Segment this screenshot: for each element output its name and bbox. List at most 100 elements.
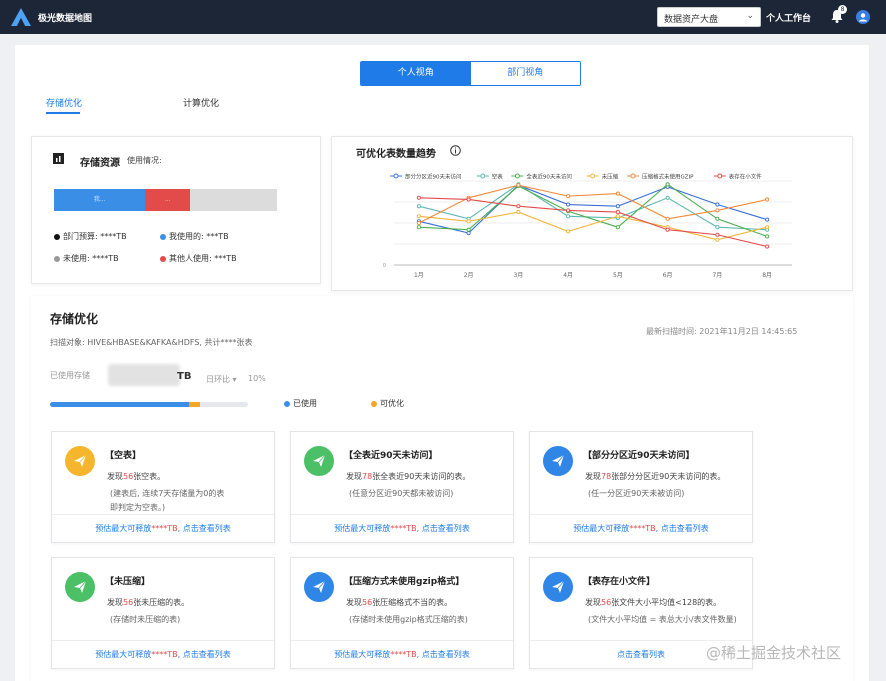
count-suffix: 张空表。 xyxy=(133,472,166,481)
view-list-link[interactable]: 预估最大可释放****TB, 点击查看列表 xyxy=(291,640,513,668)
footer-value: ****TB xyxy=(390,650,417,659)
count-suffix: 张未压缩的表。 xyxy=(133,598,190,607)
view-list-link[interactable]: 预估最大可释放****TB, 点击查看列表 xyxy=(291,514,513,542)
data-point xyxy=(416,220,421,226)
view-toggle: 个人视角 部门视角 xyxy=(360,61,581,86)
count-suffix: 张全表近90天未访问的表。 xyxy=(372,472,471,481)
card-count-line: 发现56张文件大小平均值<128的表。 xyxy=(585,597,721,608)
tab-compute-optimization[interactable]: 计算优化 xyxy=(183,96,219,109)
count-prefix: 发现 xyxy=(585,472,601,481)
period-compare-select[interactable]: 日环比 ▾ xyxy=(206,374,237,385)
paper-plane-icon xyxy=(313,580,326,593)
usage-label: 使用情况: xyxy=(127,156,162,165)
data-point xyxy=(566,214,571,219)
tab-storage-optimization[interactable]: 存储优化 xyxy=(46,96,82,109)
data-point xyxy=(416,195,421,200)
legend-label: 我使用的: ***TB xyxy=(169,232,229,241)
app-title: 极光数据地图 xyxy=(38,14,93,24)
non-gzip-card[interactable]: 【压缩方式未使用gzip格式】 发现56张压缩格式不当的表。 (存储时未使用gzip… xyxy=(290,557,514,669)
card-title: 【部分分区近90天未访问】 xyxy=(583,451,695,461)
legend-entry: 表存在小文件 xyxy=(729,173,763,181)
count-suffix: 张压缩格式不当的表。 xyxy=(372,598,453,607)
card-count-line: 发现78张部分分区近90天未访问的表。 xyxy=(585,471,725,482)
data-point xyxy=(665,195,670,200)
active-tab-indicator xyxy=(46,112,80,114)
full-table-unaccessed-card[interactable]: 【全表近90天未访问】发现78张全表近90天未访问的表。 (任意分区近90天都未被… xyxy=(290,431,514,543)
progress-used-fill xyxy=(50,402,189,407)
card-icon-circle xyxy=(304,572,334,602)
paper-plane-icon xyxy=(552,580,565,593)
storage-progress-bar xyxy=(50,402,248,407)
watermark: @稀土掘金技术社区 xyxy=(706,644,842,662)
paper-plane-icon xyxy=(552,454,565,467)
view-list-link[interactable]: 预估最大可释放****TB, 点击查看列表 xyxy=(52,640,274,668)
legend-dot xyxy=(160,233,166,240)
footer-value: ****TB xyxy=(629,524,656,533)
used-storage-unit: TB xyxy=(177,371,192,382)
data-point xyxy=(566,194,571,199)
data-point xyxy=(765,244,770,249)
legend-dept-budget: 部门预算: ****TB xyxy=(54,231,127,242)
legend-dot xyxy=(54,233,60,240)
avatar[interactable] xyxy=(856,10,870,24)
legend-dot xyxy=(160,255,166,262)
card-icon-circle xyxy=(65,572,95,602)
data-point xyxy=(615,204,620,209)
legend-marker xyxy=(514,173,520,179)
count-value: 56 xyxy=(123,598,134,607)
card-count-line: 发现78张全表近90天未访问的表。 xyxy=(346,471,470,482)
paper-plane-icon xyxy=(74,580,87,593)
legend-marker xyxy=(590,173,596,179)
storage-resources-card: 存储资源 使用情况: 我... ... 部门预算: ****TB 我使用的: *… xyxy=(31,136,321,284)
personal-view-button[interactable]: 个人视角 xyxy=(361,62,471,85)
footer-suffix: , 点击查看列表 xyxy=(177,650,231,659)
segment-others-label: ... xyxy=(164,196,171,203)
legend-used: 已使用 xyxy=(284,398,317,409)
card-note: (任一分区近90天未被访问) xyxy=(588,489,685,498)
view-list-link[interactable]: 预估最大可释放****TB, 点击查看列表 xyxy=(52,514,274,542)
footer-value: ****TB xyxy=(151,524,178,533)
department-view-button[interactable]: 部门视角 xyxy=(470,62,580,85)
count-prefix: 发现 xyxy=(585,598,601,607)
card-title: 【表存在小文件】 xyxy=(583,577,656,587)
empty-table-card[interactable]: 【空表】 发现56张空表。 (建表后, 连续7天存储量为0的表 即判定为空表。) 预估最… xyxy=(51,431,275,543)
data-point xyxy=(715,225,720,230)
data-point xyxy=(466,227,471,232)
card-icon-circle xyxy=(304,446,334,476)
data-point xyxy=(466,231,471,236)
card-count-line: 发现56张空表。 xyxy=(107,471,165,482)
card-title: 【空表】 xyxy=(105,451,142,461)
view-list-link[interactable]: 预估最大可释放****TB, 点击查看列表 xyxy=(530,514,752,542)
data-point xyxy=(466,219,471,224)
asset-dashboard-select[interactable]: 数据资产大盘 ⌄ xyxy=(657,7,761,27)
data-point xyxy=(566,202,571,207)
data-point xyxy=(615,191,620,196)
card-title: 【全表近90天未访问】 xyxy=(344,451,438,461)
card-title: 【未压缩】 xyxy=(105,577,151,587)
progress-optimizable-fill xyxy=(188,402,201,407)
card-note: (任意分区近90天都未被访问) xyxy=(349,489,454,498)
x-tick-label: 6月 xyxy=(663,272,673,279)
bar-chart-icon xyxy=(53,153,64,164)
legend-dot xyxy=(54,255,60,262)
personal-workbench-link[interactable]: 个人工作台 xyxy=(766,11,811,24)
legend-optimizable-label: 可优化 xyxy=(380,399,404,408)
data-point xyxy=(466,197,471,202)
legend-entry: 全表近90天未访问 xyxy=(526,173,572,181)
data-point xyxy=(665,182,670,187)
data-point xyxy=(715,216,720,221)
data-point xyxy=(516,183,521,188)
footer-prefix: 预估最大可释放 xyxy=(334,650,391,659)
partition-unaccessed-card[interactable]: 【部分分区近90天未访问】发现78张部分分区近90天未访问的表。 (任一分区近90… xyxy=(529,431,753,543)
x-tick-label: 1月 xyxy=(414,272,424,279)
count-prefix: 发现 xyxy=(346,598,362,607)
data-point xyxy=(715,208,720,213)
footer-value: ****TB xyxy=(151,650,178,659)
card-icon-circle xyxy=(65,446,95,476)
optimization-title: 存储优化 xyxy=(50,312,99,326)
uncompressed-card[interactable]: 【未压缩】 发现56张未压缩的表。 (存储时未压缩的表) 预估最大可释放****TB,… xyxy=(51,557,275,669)
x-tick-label: 3月 xyxy=(513,272,523,279)
usage-segment-unused xyxy=(190,189,277,211)
x-tick-label: 2月 xyxy=(464,272,474,279)
count-value: 56 xyxy=(362,598,373,607)
